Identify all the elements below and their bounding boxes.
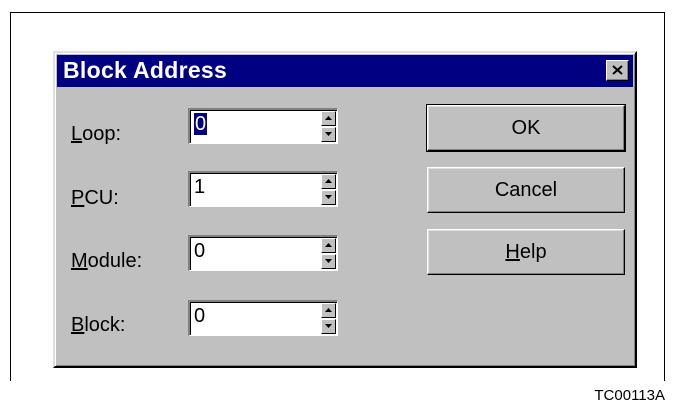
block-spinner[interactable]: 0 bbox=[188, 300, 338, 336]
down-arrow-icon bbox=[325, 195, 332, 199]
dialog-titlebar[interactable]: Block Address bbox=[57, 55, 633, 87]
loop-spin-up-button[interactable] bbox=[321, 111, 336, 126]
up-arrow-icon bbox=[325, 308, 332, 312]
module-spinner[interactable]: 0 bbox=[188, 235, 338, 271]
module-spin-down-button[interactable] bbox=[321, 254, 336, 269]
pcu-label: PCU: bbox=[71, 187, 119, 209]
block-address-dialog: Block Address Loop: 0 PCU: 1 Module: 0 B… bbox=[53, 51, 637, 368]
close-icon bbox=[612, 65, 623, 75]
down-arrow-icon bbox=[325, 132, 332, 136]
block-input[interactable]: 0 bbox=[194, 305, 205, 327]
dialog-title: Block Address bbox=[63, 57, 228, 83]
down-arrow-icon bbox=[325, 324, 332, 328]
module-input[interactable]: 0 bbox=[194, 240, 205, 262]
loop-spinner[interactable]: 0 bbox=[188, 108, 338, 144]
ok-button[interactable]: OK bbox=[426, 104, 626, 152]
block-spin-down-button[interactable] bbox=[321, 319, 336, 334]
module-spin-up-button[interactable] bbox=[321, 238, 336, 253]
help-button[interactable]: Help bbox=[427, 229, 625, 275]
block-spin-up-button[interactable] bbox=[321, 303, 336, 318]
pcu-input[interactable]: 1 bbox=[194, 176, 205, 198]
loop-spin-down-button[interactable] bbox=[321, 127, 336, 142]
up-arrow-icon bbox=[325, 243, 332, 247]
up-arrow-icon bbox=[325, 179, 332, 183]
down-arrow-icon bbox=[325, 259, 332, 263]
loop-input[interactable]: 0 bbox=[194, 113, 208, 135]
loop-label: Loop: bbox=[71, 123, 122, 145]
module-label: Module: bbox=[71, 250, 143, 272]
cancel-button[interactable]: Cancel bbox=[427, 167, 625, 213]
figure-caption: TC00113A bbox=[594, 387, 665, 404]
up-arrow-icon bbox=[325, 116, 332, 120]
pcu-spin-up-button[interactable] bbox=[321, 174, 336, 189]
block-label: Block: bbox=[71, 314, 126, 336]
close-button[interactable] bbox=[606, 60, 629, 81]
figure-page: Block Address Loop: 0 PCU: 1 Module: 0 B… bbox=[0, 0, 677, 413]
pcu-spinner[interactable]: 1 bbox=[188, 171, 338, 207]
pcu-spin-down-button[interactable] bbox=[321, 190, 336, 205]
